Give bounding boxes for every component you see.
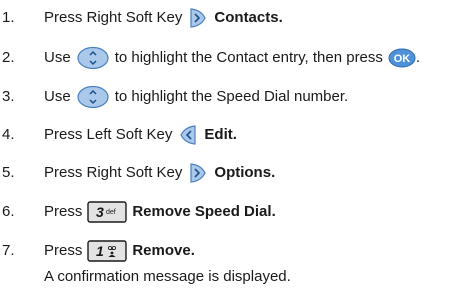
key-3-def-icon: 3 def bbox=[87, 201, 128, 223]
step-number: 6. bbox=[2, 203, 15, 220]
step-text: Press Right Soft Key bbox=[44, 164, 183, 181]
step-text: Press bbox=[44, 242, 83, 259]
nav-key-icon bbox=[76, 85, 110, 109]
step-number: 2. bbox=[2, 49, 15, 66]
step-action: Remove Speed Dial. bbox=[132, 203, 276, 220]
step-text: . bbox=[415, 49, 421, 66]
step-number: 7. bbox=[2, 242, 15, 259]
step-text: to highlight the Speed Dial number. bbox=[114, 88, 349, 105]
step-number: 3. bbox=[2, 88, 15, 105]
step-text: Use bbox=[44, 49, 71, 66]
left-soft-key-icon bbox=[177, 124, 199, 146]
key-digit: 1 bbox=[96, 243, 104, 259]
key-1-voicemail-icon: 1 bbox=[87, 240, 128, 262]
step-text: to highlight the Contact entry, then pre… bbox=[114, 49, 383, 66]
step-text: Use bbox=[44, 88, 71, 105]
instruction-list: 1. Press Right Soft Key Contacts. 2. Use bbox=[0, 0, 462, 300]
step-action: Options. bbox=[214, 164, 276, 181]
right-soft-key-icon bbox=[187, 162, 209, 184]
key-digit: 3 bbox=[96, 204, 104, 220]
step-number: 5. bbox=[2, 164, 15, 181]
nav-key-icon bbox=[76, 46, 110, 70]
svg-text:OK: OK bbox=[394, 53, 411, 65]
step-text: Press Left Soft Key bbox=[44, 126, 173, 143]
step-action: Remove. bbox=[132, 242, 195, 259]
ok-key-icon: OK bbox=[388, 48, 416, 68]
key-letters: def bbox=[106, 209, 116, 216]
step-number: 1. bbox=[2, 9, 15, 26]
step-text: Press bbox=[44, 203, 83, 220]
step-text: Press Right Soft Key bbox=[44, 9, 183, 26]
step-action: Contacts. bbox=[214, 9, 283, 26]
step-action: Edit. bbox=[204, 126, 237, 143]
confirmation-note: A confirmation message is displayed. bbox=[44, 268, 291, 285]
step-number: 4. bbox=[2, 126, 15, 143]
right-soft-key-icon bbox=[187, 7, 209, 29]
